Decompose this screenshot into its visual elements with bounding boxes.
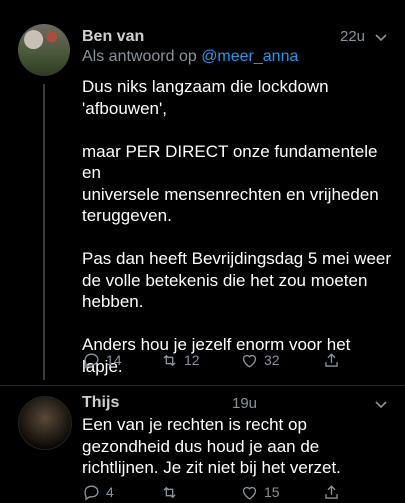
comment-icon [84, 484, 99, 500]
avatar[interactable] [18, 396, 72, 450]
share-icon [325, 352, 338, 367]
author-name[interactable]: Ben van [82, 28, 144, 46]
tweet-divider [0, 385, 405, 386]
top-scroll-fade [0, 0, 405, 22]
reply-to-handle[interactable]: @meer_anna [201, 48, 298, 65]
chevron-down-icon[interactable] [375, 401, 387, 409]
tweet-text: Een van je rechten is recht op gezondhei… [82, 415, 341, 477]
tweet-actions: 14 12 32 [82, 349, 382, 371]
author-name[interactable]: Thijs [82, 394, 119, 412]
reply-button[interactable]: 14 [82, 349, 122, 371]
share-button[interactable] [322, 349, 346, 371]
heart-icon [242, 354, 257, 368]
retweet-icon [163, 354, 176, 366]
retweet-count: 12 [184, 352, 200, 368]
like-count: 15 [264, 484, 280, 500]
retweet-icon [163, 486, 176, 498]
reply-count: 4 [106, 484, 114, 500]
tweet-text: Dus niks langzaam die lockdown 'afbouwen… [82, 77, 392, 376]
reply-to-line: Als antwoord op @meer_anna [82, 48, 298, 66]
avatar[interactable] [18, 24, 70, 76]
tweet-time: 22u [340, 28, 366, 45]
tweet-time: 19u [232, 395, 258, 412]
retweet-button[interactable]: 12 [160, 349, 200, 371]
thread-connector-line [43, 84, 45, 380]
comment-icon [84, 352, 99, 368]
heart-icon [242, 486, 257, 500]
like-button[interactable]: 32 [240, 349, 280, 371]
share-icon [325, 484, 338, 499]
reply-count: 14 [106, 352, 122, 368]
like-count: 32 [264, 352, 280, 368]
chevron-down-icon[interactable] [375, 34, 387, 42]
reply-to-prefix: Als antwoord op [82, 48, 202, 65]
